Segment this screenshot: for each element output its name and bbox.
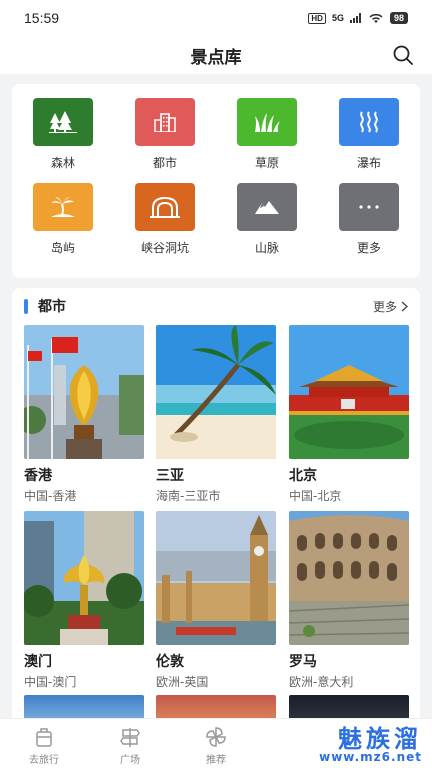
city-photo bbox=[156, 511, 276, 645]
nav-label: 推荐 bbox=[206, 755, 226, 766]
status-icons: HD 5G 98 bbox=[308, 12, 408, 24]
category-panel: 森林 都市 草原 瀑布 岛屿 峡谷洞坑 山脉 更多 bbox=[12, 84, 420, 278]
canyon-icon bbox=[135, 183, 195, 231]
city-name: 罗马 bbox=[289, 654, 317, 670]
category-label: 森林 bbox=[50, 156, 75, 170]
city-photo bbox=[289, 325, 409, 459]
chevron-right-icon bbox=[401, 301, 408, 311]
nav-travel[interactable]: 去旅行 bbox=[14, 725, 74, 766]
category-label: 山脉 bbox=[254, 241, 279, 255]
category-mountain[interactable]: 山脉 bbox=[216, 183, 318, 256]
nav-recommend[interactable]: 推荐 bbox=[186, 725, 246, 766]
nav-square[interactable]: 广场 bbox=[100, 725, 160, 766]
page-title: 景点库 bbox=[190, 47, 242, 68]
city-region: 海南-三亚市 bbox=[156, 489, 221, 503]
more-label: 更多 bbox=[372, 299, 397, 314]
watermark: 魅族溜 www.mz6.net bbox=[282, 726, 422, 764]
category-city[interactable]: 都市 bbox=[114, 98, 216, 171]
category-label: 岛屿 bbox=[50, 241, 75, 255]
city-card-macau[interactable]: 澳门 中国-澳门 bbox=[24, 511, 144, 690]
city-card-beijing[interactable]: 北京 中国-北京 bbox=[289, 325, 409, 504]
wifi-icon bbox=[369, 13, 383, 23]
city-card-sanya[interactable]: 三亚 海南-三亚市 bbox=[156, 325, 276, 504]
watermark-text: 魅族溜 bbox=[338, 725, 422, 753]
city-section: 都市 更多 香港 中国-香港 三亚 海南-三亚市 北京 中国-北京 澳门 中国-… bbox=[12, 288, 420, 728]
more-link[interactable]: 更多 bbox=[373, 298, 408, 315]
section-accent-bar bbox=[24, 298, 28, 314]
more-icon bbox=[339, 183, 399, 231]
nav-label: 广场 bbox=[120, 755, 140, 766]
search-icon[interactable] bbox=[392, 44, 414, 66]
category-forest[interactable]: 森林 bbox=[12, 98, 114, 171]
city-name: 北京 bbox=[289, 468, 317, 484]
nav-label: 去旅行 bbox=[29, 755, 59, 766]
city-card-london[interactable]: 伦敦 欧洲-英国 bbox=[156, 511, 276, 690]
grassland-icon bbox=[237, 98, 297, 146]
city-photo bbox=[24, 511, 144, 645]
city-name: 澳门 bbox=[24, 654, 52, 670]
city-icon bbox=[135, 98, 195, 146]
category-more[interactable]: 更多 bbox=[318, 183, 420, 256]
category-label: 峡谷洞坑 bbox=[140, 241, 189, 255]
city-photo bbox=[289, 511, 409, 645]
city-name: 三亚 bbox=[156, 468, 184, 484]
category-label: 瀑布 bbox=[356, 156, 381, 170]
city-region: 中国-北京 bbox=[289, 489, 342, 503]
city-card-hongkong[interactable]: 香港 中国-香港 bbox=[24, 325, 144, 504]
city-name: 伦敦 bbox=[156, 654, 184, 670]
pinwheel-icon bbox=[206, 727, 226, 747]
city-region: 中国-澳门 bbox=[24, 675, 77, 689]
app-header: 景点库 bbox=[0, 36, 432, 74]
status-bar: 15:59 HD 5G 98 bbox=[0, 0, 432, 36]
city-region: 中国-香港 bbox=[24, 489, 77, 503]
island-icon bbox=[33, 183, 93, 231]
section-header: 都市 更多 bbox=[12, 288, 420, 324]
city-region: 欧洲-意大利 bbox=[289, 675, 354, 689]
category-label: 更多 bbox=[356, 241, 381, 255]
forest-icon bbox=[33, 98, 93, 146]
signal-icon bbox=[349, 13, 361, 23]
signpost-icon bbox=[120, 728, 140, 747]
city-region: 欧洲-英国 bbox=[156, 675, 209, 689]
battery-indicator: 98 bbox=[389, 12, 408, 24]
suitcase-icon bbox=[36, 728, 52, 747]
watermark-url: www.mz6.net bbox=[319, 750, 422, 764]
category-waterfall[interactable]: 瀑布 bbox=[318, 98, 420, 171]
category-label: 草原 bbox=[254, 156, 279, 170]
city-name: 香港 bbox=[24, 468, 52, 484]
section-title: 都市 bbox=[38, 299, 66, 315]
category-island[interactable]: 岛屿 bbox=[12, 183, 114, 256]
waterfall-icon bbox=[339, 98, 399, 146]
category-label: 都市 bbox=[152, 156, 177, 170]
status-time: 15:59 bbox=[24, 10, 60, 26]
mountain-icon bbox=[237, 183, 297, 231]
hd-badge: HD bbox=[308, 12, 326, 24]
category-grassland[interactable]: 草原 bbox=[216, 98, 318, 171]
city-card-rome[interactable]: 罗马 欧洲-意大利 bbox=[289, 511, 409, 690]
city-photo bbox=[24, 325, 144, 459]
category-canyon[interactable]: 峡谷洞坑 bbox=[114, 183, 216, 256]
city-photo bbox=[156, 325, 276, 459]
network-type: 5G bbox=[331, 13, 344, 23]
